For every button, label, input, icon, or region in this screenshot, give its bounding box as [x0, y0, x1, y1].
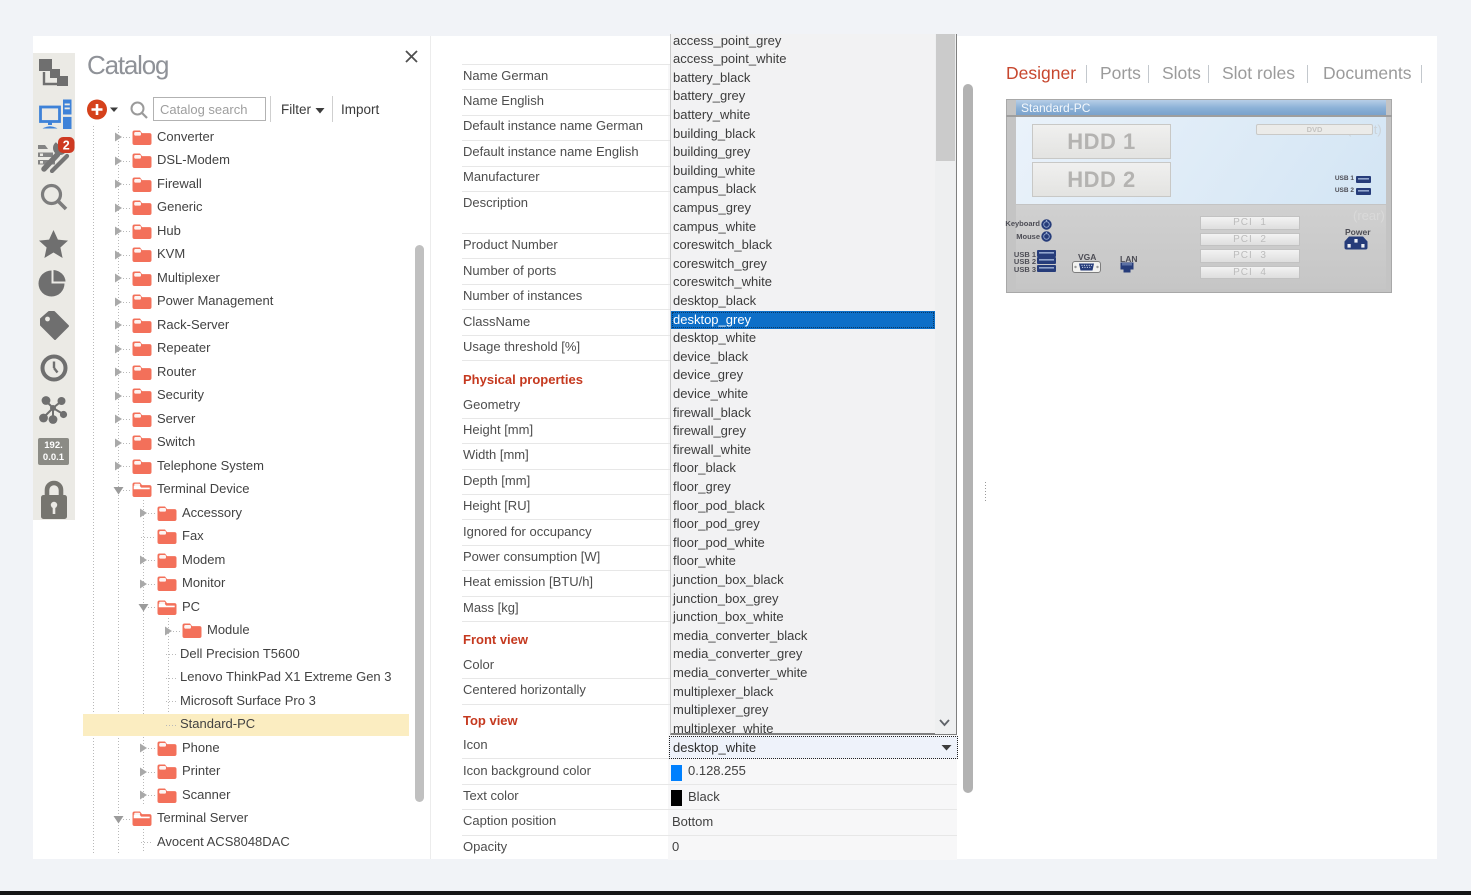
svg-text:2: 2: [63, 139, 70, 153]
